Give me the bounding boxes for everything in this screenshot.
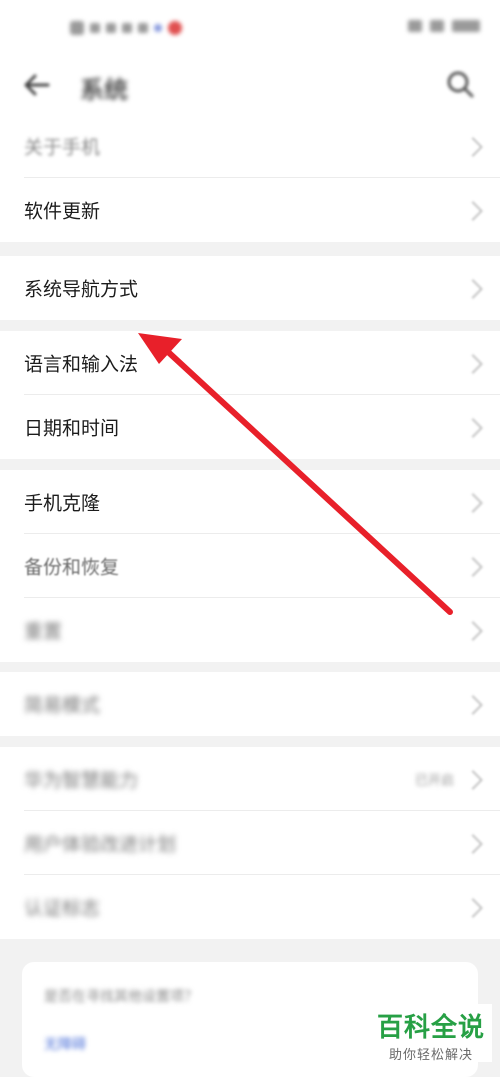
watermark-title: 百科全说 — [376, 1013, 485, 1043]
chevron-right-icon — [463, 418, 483, 438]
app-header: 系统 — [0, 56, 500, 114]
watermark-subtitle: 助你轻松解决 — [388, 1048, 473, 1063]
chevron-right-icon — [463, 354, 483, 374]
chevron-right-icon — [463, 557, 483, 577]
settings-item-phone-clone[interactable]: 手机克隆 — [0, 470, 500, 534]
chevron-right-icon — [463, 695, 483, 715]
signal-icon — [90, 23, 100, 33]
settings-item-label: 重置 — [24, 620, 63, 643]
settings-item-label: 华为智慧能力 — [24, 769, 139, 792]
notification-badge-icon — [168, 21, 182, 35]
chevron-right-icon — [463, 137, 483, 157]
settings-group-simple-mode: 简易模式 — [0, 672, 500, 736]
settings-group-language-time: 语言和输入法 日期和时间 — [0, 331, 500, 459]
page-title: 系统 — [80, 76, 128, 104]
settings-item-label: 系统导航方式 — [24, 278, 139, 301]
settings-item-label: 语言和输入法 — [24, 353, 139, 376]
chevron-right-icon — [463, 201, 483, 221]
back-arrow-icon[interactable] — [22, 70, 52, 100]
settings-item-about-phone[interactable]: 关于手机 — [0, 114, 500, 178]
chevron-right-icon — [463, 770, 483, 790]
settings-item-label: 手机克隆 — [24, 492, 101, 515]
status-bar-carrier — [70, 14, 182, 42]
settings-item-value: 已开启 — [414, 773, 454, 789]
wifi-strength-icon — [430, 20, 444, 32]
suggestion-text: 是否在寻找其他设置项？ — [44, 989, 198, 1005]
settings-item-label: 简易模式 — [24, 694, 101, 717]
settings-item-label: 软件更新 — [24, 200, 101, 223]
settings-item-software-update[interactable]: 软件更新 — [0, 178, 500, 242]
settings-item-certification[interactable]: 认证标志 — [0, 875, 500, 939]
settings-item-label: 备份和恢复 — [24, 556, 120, 579]
chevron-right-icon — [463, 621, 483, 641]
status-bar — [0, 0, 500, 56]
settings-item-label: 用户体验改进计划 — [24, 833, 177, 856]
settings-item-system-navigation[interactable]: 系统导航方式 — [0, 256, 500, 320]
settings-group-misc: 华为智慧能力 已开启 用户体验改进计划 认证标志 — [0, 747, 500, 939]
settings-group-backup: 手机克隆 备份和恢复 重置 — [0, 470, 500, 662]
settings-group-navigation: 系统导航方式 — [0, 256, 500, 320]
settings-item-label: 关于手机 — [24, 136, 101, 159]
signal-strength-icon — [408, 20, 422, 32]
watermark-logo: 百科全说 助你轻松解决 — [370, 1004, 492, 1063]
settings-item-date-time[interactable]: 日期和时间 — [0, 395, 500, 459]
battery-icon — [452, 20, 480, 32]
carrier-icon — [70, 21, 84, 35]
settings-item-simple-mode[interactable]: 简易模式 — [0, 672, 500, 736]
chevron-right-icon — [463, 493, 483, 513]
chevron-right-icon — [463, 834, 483, 854]
chevron-right-icon — [463, 898, 483, 918]
chevron-right-icon — [463, 279, 483, 299]
settings-item-reset[interactable]: 重置 — [0, 598, 500, 662]
settings-item-backup-restore[interactable]: 备份和恢复 — [0, 534, 500, 598]
settings-item-user-experience[interactable]: 用户体验改进计划 — [0, 811, 500, 875]
settings-item-smart-assistant[interactable]: 华为智慧能力 已开启 — [0, 747, 500, 811]
status-bar-system — [408, 20, 480, 32]
settings-item-language-input[interactable]: 语言和输入法 — [0, 331, 500, 395]
notification-dot-icon — [154, 24, 162, 32]
wifi-icon — [122, 23, 132, 33]
settings-item-label: 认证标志 — [24, 897, 101, 920]
search-icon[interactable] — [444, 68, 476, 100]
settings-item-label: 日期和时间 — [24, 417, 120, 440]
suggestion-link[interactable]: 无障碍 — [44, 1034, 86, 1054]
data-icon — [138, 23, 148, 33]
settings-group-device: 关于手机 软件更新 — [0, 114, 500, 242]
signal-icon — [106, 23, 116, 33]
